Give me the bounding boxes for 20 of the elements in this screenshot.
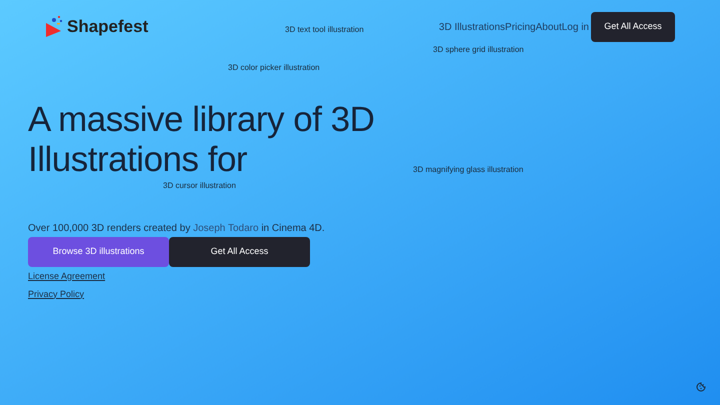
- logo-icon: [45, 15, 63, 39]
- image-alt-text: 3D color picker illustration: [228, 63, 320, 73]
- nav-link[interactable]: 3D Illustrations: [438, 20, 506, 34]
- cookie-icon[interactable]: [696, 382, 706, 392]
- footer-link[interactable]: License Agreement: [28, 270, 106, 284]
- hero-description: Over 100,000 3D renders created by Joseph Todaro in Cinema 4D.: [28, 222, 326, 236]
- nav-link[interactable]: About: [536, 20, 562, 34]
- get-access-button[interactable]: Get All Access: [591, 12, 675, 42]
- hero-button[interactable]: Get All Access: [169, 237, 310, 267]
- logo-text[interactable]: Shapefest: [67, 14, 148, 40]
- footer-link[interactable]: Privacy Policy: [28, 288, 84, 301]
- nav-link[interactable]: Log in: [562, 20, 589, 34]
- hero-button[interactable]: Browse 3D illustrations: [28, 237, 169, 267]
- image-alt-text: 3D sphere grid illustration: [433, 45, 524, 55]
- image-alt-text: 3D text tool illustration: [285, 25, 364, 35]
- image-alt-text: 3D cursor illustration: [163, 181, 236, 191]
- hero-heading: A massive library of 3D Illustrations for: [28, 100, 376, 180]
- author-link[interactable]: Joseph Todaro: [193, 223, 259, 234]
- image-alt-text: 3D magnifying glass illustration: [413, 165, 524, 175]
- nav-link[interactable]: Pricing: [505, 20, 536, 34]
